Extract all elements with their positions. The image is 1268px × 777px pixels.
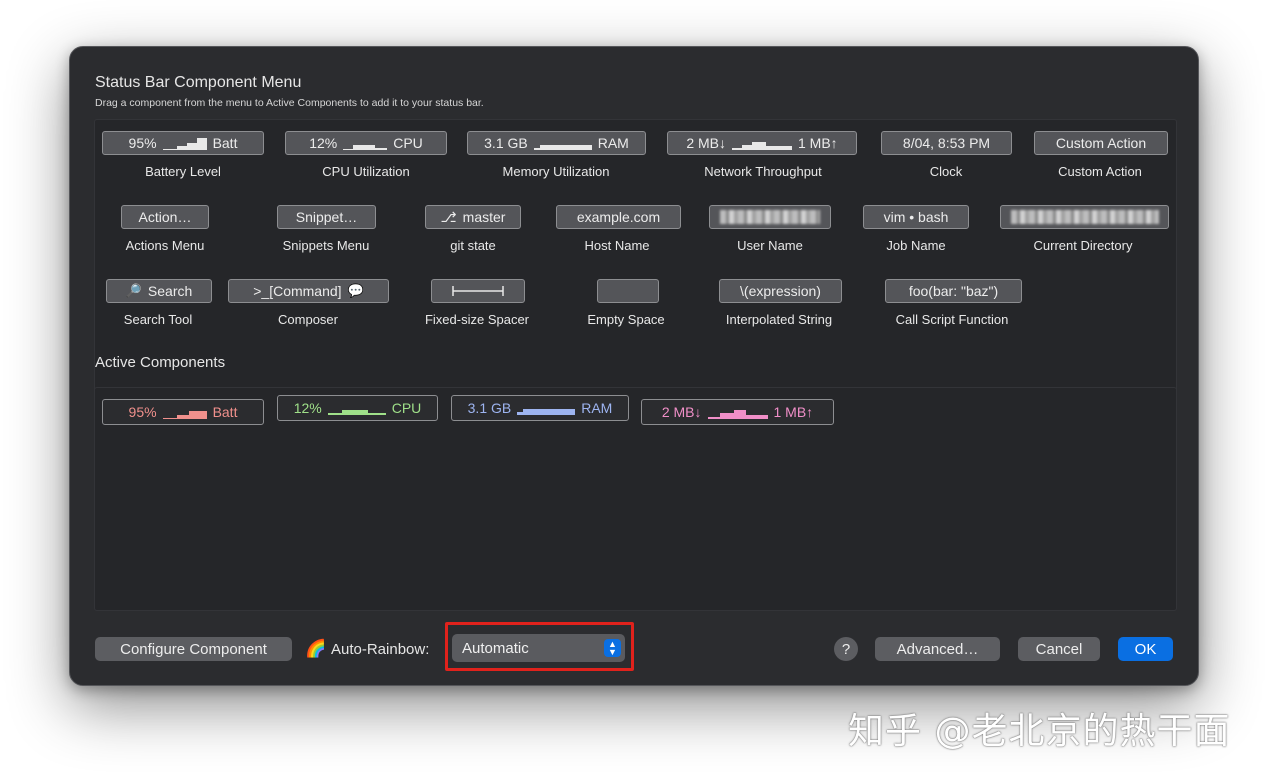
chip-text: 12%: [309, 135, 338, 151]
memory-sparkline-icon: [517, 409, 576, 415]
battery-sparkline-icon: [162, 411, 207, 419]
status-bar-component-dialog: Status Bar Component Menu Drag a compone…: [69, 46, 1199, 686]
chip-text: Custom Action: [1055, 135, 1147, 151]
component-label: Composer: [278, 312, 338, 327]
dialog-title: Status Bar Component Menu: [95, 74, 302, 91]
battery-sparkline-icon: [162, 138, 207, 150]
component-chip-composer[interactable]: >_[Command] 💬: [228, 279, 389, 303]
component-label: Snippets Menu: [282, 238, 370, 253]
chip-text: CPU: [391, 400, 422, 416]
highlight-box: [445, 622, 634, 671]
component-chip-battery[interactable]: 95% Batt: [102, 131, 264, 155]
component-label: Search Tool: [123, 312, 193, 327]
chip-text: Search: [147, 283, 193, 299]
network-sparkline-icon: [707, 410, 768, 419]
cancel-button[interactable]: Cancel: [1018, 637, 1100, 661]
chip-text: CPU: [393, 135, 423, 151]
component-label: Custom Action: [1058, 164, 1142, 179]
branch-icon: ⎇: [440, 208, 457, 225]
help-button[interactable]: ?: [834, 637, 858, 661]
component-chip-clock[interactable]: 8/04, 8:53 PM: [881, 131, 1012, 155]
component-label: Network Throughput: [704, 164, 822, 179]
component-label: Actions Menu: [125, 238, 205, 253]
component-chip-snippets-menu[interactable]: Snippet…: [277, 205, 376, 229]
cpu-sparkline-icon: [327, 410, 386, 415]
component-chip-custom-action[interactable]: Custom Action: [1034, 131, 1168, 155]
watermark: 知乎 @老北京的热干面: [848, 711, 1231, 752]
chip-text: 95%: [128, 404, 157, 420]
chip-text: example.com: [576, 209, 661, 225]
chip-text: 95%: [128, 135, 157, 151]
component-chip-call-script[interactable]: foo(bar: "baz"): [885, 279, 1022, 303]
rainbow-icon: 🌈: [305, 639, 327, 658]
chip-text: 2 MB↓: [661, 404, 702, 420]
component-label: Clock: [929, 164, 963, 179]
chip-text: 1 MB↑: [773, 404, 814, 420]
component-label: Battery Level: [145, 164, 221, 179]
active-component-memory[interactable]: 3.1 GB RAM: [451, 395, 629, 421]
component-label: Host Name: [584, 238, 650, 253]
component-label: Call Script Function: [895, 312, 1009, 327]
component-chip-memory[interactable]: 3.1 GB RAM: [467, 131, 646, 155]
component-label: git state: [450, 238, 496, 253]
chip-text: master: [462, 209, 506, 225]
chip-text: 1 MB↑: [798, 135, 838, 151]
component-palette: 95% Batt Battery Level 12% CPU CPU Utili…: [94, 119, 1177, 393]
component-label: Empty Space: [587, 312, 665, 327]
component-chip-job-name[interactable]: vim • bash: [863, 205, 969, 229]
component-label: Current Directory: [1033, 238, 1133, 253]
active-component-battery[interactable]: 95% Batt: [102, 399, 264, 425]
redacted-directory: [1010, 210, 1159, 224]
chip-text: Snippet…: [295, 209, 358, 225]
chip-text: 3.1 GB: [467, 400, 512, 416]
chip-text: 8/04, 8:53 PM: [902, 135, 991, 151]
component-label: CPU Utilization: [322, 164, 410, 179]
active-component-network[interactable]: 2 MB↓ 1 MB↑: [641, 399, 834, 425]
component-chip-cpu[interactable]: 12% CPU: [285, 131, 447, 155]
active-components-area[interactable]: 95% Batt 12% CPU 3.1 GB RAM 2 MB↓ 1 MB↑: [94, 387, 1177, 611]
configure-component-button[interactable]: Configure Component: [95, 637, 292, 661]
chip-text: 3.1 GB: [484, 135, 528, 151]
component-chip-search-tool[interactable]: 🔎 Search: [106, 279, 212, 303]
chip-text: >_[Command]: [253, 283, 342, 299]
component-chip-actions-menu[interactable]: Action…: [121, 205, 209, 229]
component-chip-network[interactable]: 2 MB↓ 1 MB↑: [667, 131, 857, 155]
component-chip-host-name[interactable]: example.com: [556, 205, 681, 229]
ok-button[interactable]: OK: [1118, 637, 1173, 661]
cpu-sparkline-icon: [343, 145, 388, 150]
chip-text: \(expression): [740, 283, 821, 299]
chip-text: RAM: [581, 400, 613, 416]
dialog-subtitle: Drag a component from the menu to Active…: [95, 97, 484, 109]
chip-text: 2 MB↓: [686, 135, 726, 151]
chip-text: 12%: [293, 400, 322, 416]
component-chip-empty-space[interactable]: [597, 279, 659, 303]
speech-bubble-icon: 💬: [347, 283, 364, 298]
component-chip-current-directory[interactable]: [1000, 205, 1169, 229]
chip-text: vim • bash: [883, 209, 949, 225]
chip-text: foo(bar: "baz"): [908, 283, 999, 299]
component-chip-interpolated-string[interactable]: \(expression): [719, 279, 842, 303]
chip-text: Batt: [212, 404, 238, 420]
memory-sparkline-icon: [533, 145, 592, 150]
chip-text: Action…: [138, 209, 192, 225]
component-chip-fixed-spacer[interactable]: [431, 279, 525, 303]
chip-text: RAM: [597, 135, 629, 151]
component-label: Interpolated String: [725, 312, 833, 327]
active-component-cpu[interactable]: 12% CPU: [277, 395, 438, 421]
component-label: User Name: [737, 238, 803, 253]
redacted-username: [720, 210, 820, 224]
magnifier-icon: 🔎: [125, 283, 142, 298]
component-chip-user-name[interactable]: [709, 205, 831, 229]
chip-text: Batt: [212, 135, 238, 151]
network-sparkline-icon: [732, 142, 792, 150]
component-label: Memory Utilization: [502, 164, 610, 179]
auto-rainbow-label: Auto-Rainbow:: [331, 641, 430, 658]
component-label: Job Name: [886, 238, 946, 253]
component-label: Fixed-size Spacer: [424, 312, 530, 327]
advanced-button[interactable]: Advanced…: [875, 637, 1000, 661]
spacer-bar-icon: [452, 286, 504, 296]
active-components-title: Active Components: [95, 354, 226, 371]
component-chip-git-state[interactable]: ⎇ master: [425, 205, 521, 229]
